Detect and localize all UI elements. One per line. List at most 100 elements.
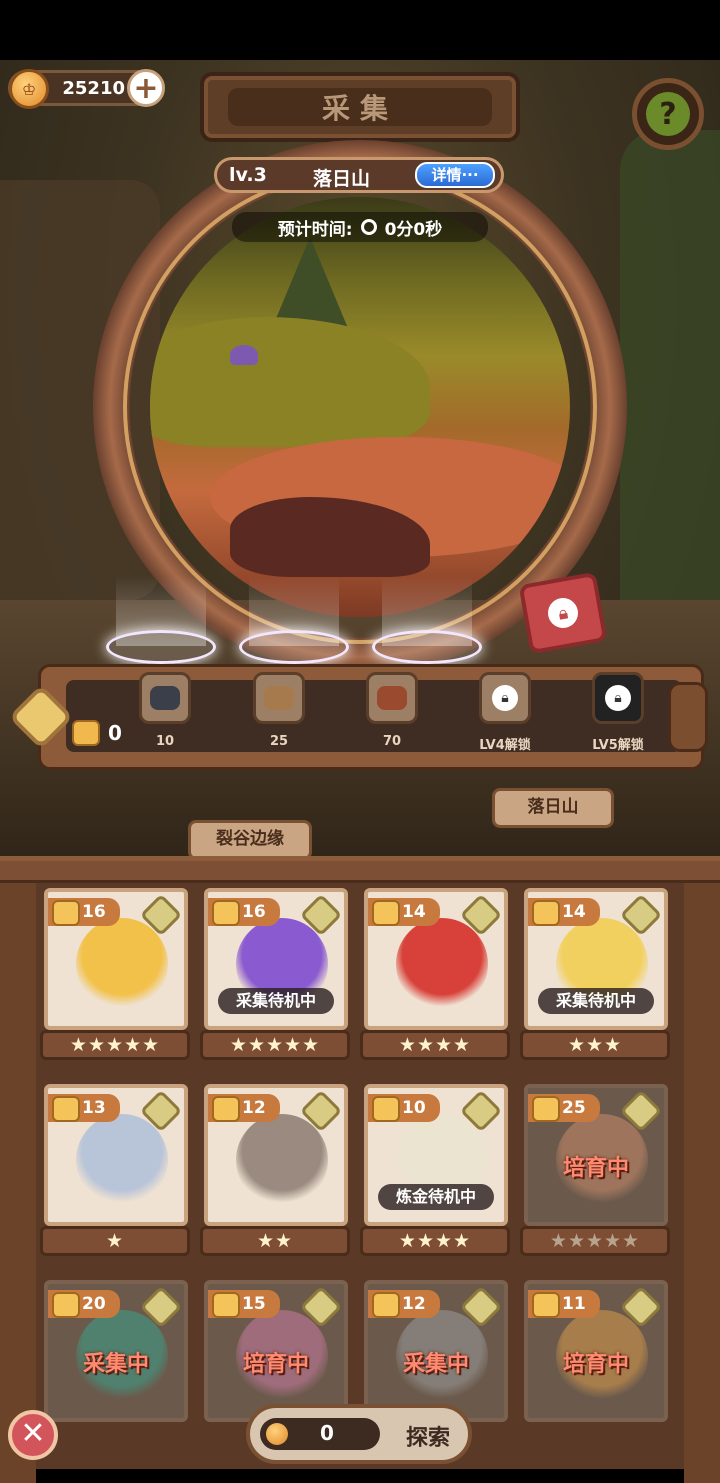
location-bar: lv.3 落日山 详情··· [214,157,504,193]
copper-ore-icon [377,686,407,710]
summon-slot[interactable] [372,576,482,664]
resource-item[interactable]: 10 [133,672,197,749]
dirt-ore-icon [264,686,294,710]
map-sign-right[interactable]: 落日山 [492,788,614,828]
hero-status: 采集待机中 [218,988,334,1014]
hero-card[interactable]: 13 ★ [40,1080,190,1256]
hero-status: 炼金待机中 [378,1184,494,1210]
shelf-cap [668,682,708,752]
hero-level: 12 [208,1094,280,1122]
coin-icon: ♔ [9,69,49,109]
hero-card[interactable]: 14 采集待机中 ★★★ [520,884,670,1060]
hero-stars: ★★★★★ [200,1030,350,1060]
resource-count-value: 0 [108,721,122,745]
map-sign-left[interactable]: 裂谷边缘 [188,820,312,860]
hero-card[interactable]: 14 ★★★★ [360,884,510,1060]
hero-card[interactable]: 12 ★★ [200,1080,350,1256]
hero-portrait [236,1114,328,1206]
explore-cost: 0 [260,1418,380,1450]
resource-label: 70 [382,734,402,749]
hero-status: 采集中 [402,1352,469,1377]
lock-icon: 🔒︎ [605,685,631,711]
summon-slot[interactable] [239,576,349,664]
resource-label: 25 [269,734,289,749]
resource-item[interactable]: 🔒︎ LV4解锁 [473,672,537,753]
resource-box: 🔒︎ [479,672,531,724]
hero-card[interactable]: 16 采集待机中 ★★★★★ [200,884,350,1060]
coin-icon [266,1423,288,1445]
hero-card[interactable]: 20 采集中 [40,1276,190,1452]
resource-item[interactable]: 🔒︎ LV5解锁 [586,672,650,753]
hero-stars: ★★★★ [360,1030,510,1060]
hero-status: 采集待机中 [538,988,654,1014]
mushroom-shape [230,345,258,365]
hero-level: 20 [48,1290,120,1318]
hero-card-face: 20 采集中 [44,1280,188,1422]
roster-side-left [0,883,36,1483]
hero-card-face: 11 培育中 [524,1280,668,1422]
explore-bar: 0 探索 [246,1404,472,1464]
hero-stars: ★★ [200,1226,350,1256]
coal-ore-icon [150,686,180,710]
close-button[interactable]: ✕ [8,1410,58,1460]
locked-slot-button[interactable]: 🔒︎ [518,571,608,655]
hero-card-face: 12 [204,1084,348,1226]
summon-slot[interactable] [106,576,216,664]
hero-card-face: 14 采集待机中 [524,888,668,1030]
resource-item[interactable]: 25 [247,672,311,749]
magic-circle-icon [372,630,482,664]
resource-label: 10 [155,734,175,749]
hero-card-face: 14 [364,888,508,1030]
location-name: 落日山 [313,168,371,190]
hero-portrait [76,1114,168,1206]
hero-level: 16 [48,898,120,926]
hero-level: 11 [528,1290,600,1318]
currency-display: ♔ 25210 + [8,69,165,109]
hero-stars: ★★★ [520,1030,670,1060]
resource-label: LV5解锁 [592,738,644,753]
explore-button[interactable]: 探索 [406,1420,450,1452]
hero-card-face: 10 炼金待机中 [364,1084,508,1226]
hero-card[interactable]: 11 培育中 [520,1276,670,1452]
eta-display: 预计时间: 0分0秒 [232,212,488,242]
hero-status: 培育中 [562,1156,629,1181]
resource-count: 0 [72,720,122,746]
roster-side-right [684,883,720,1483]
hero-status: 采集中 [82,1352,149,1377]
hero-stars: ★ [40,1226,190,1256]
hero-card-face: 13 [44,1084,188,1226]
hero-stars: ★★★★★ [40,1030,190,1060]
magic-circle-icon [239,630,349,664]
details-button[interactable]: 详情··· [415,162,495,188]
pile-icon [72,720,100,746]
location-view [150,197,570,617]
resource-box [139,672,191,724]
hero-card[interactable]: 25 培育中 ★★★★★ [520,1080,670,1256]
hero-level: 14 [528,898,600,926]
hero-card[interactable]: 16 ★★★★★ [40,884,190,1060]
question-icon: ? [646,92,690,136]
hero-stars: ★★★★★ [520,1226,670,1256]
hero-level: 14 [368,898,440,926]
resource-box: 🔒︎ [592,672,644,724]
hero-level: 10 [368,1094,440,1122]
resource-item[interactable]: 70 [360,672,424,749]
hero-stars: ★★★★ [360,1226,510,1256]
page-title: 采集 [321,92,398,125]
lock-icon: 🔒︎ [545,595,581,631]
hero-level: 12 [368,1290,440,1318]
clock-icon [360,219,377,235]
hero-portrait [396,918,488,1010]
resource-label: LV4解锁 [479,738,531,753]
help-button[interactable]: ? [632,78,704,150]
hero-card-face: 16 [44,888,188,1030]
eta-value: 0分0秒 [384,219,443,240]
hero-card[interactable]: 10 炼金待机中 ★★★★ [360,1080,510,1256]
resource-box [253,672,305,724]
hero-portrait [76,918,168,1010]
roster-top-beam [0,861,720,883]
hero-card-face: 15 培育中 [204,1280,348,1422]
add-currency-button[interactable]: + [127,69,165,107]
hero-card-face: 25 培育中 [524,1084,668,1226]
currency-amount: 25210 [62,78,125,99]
